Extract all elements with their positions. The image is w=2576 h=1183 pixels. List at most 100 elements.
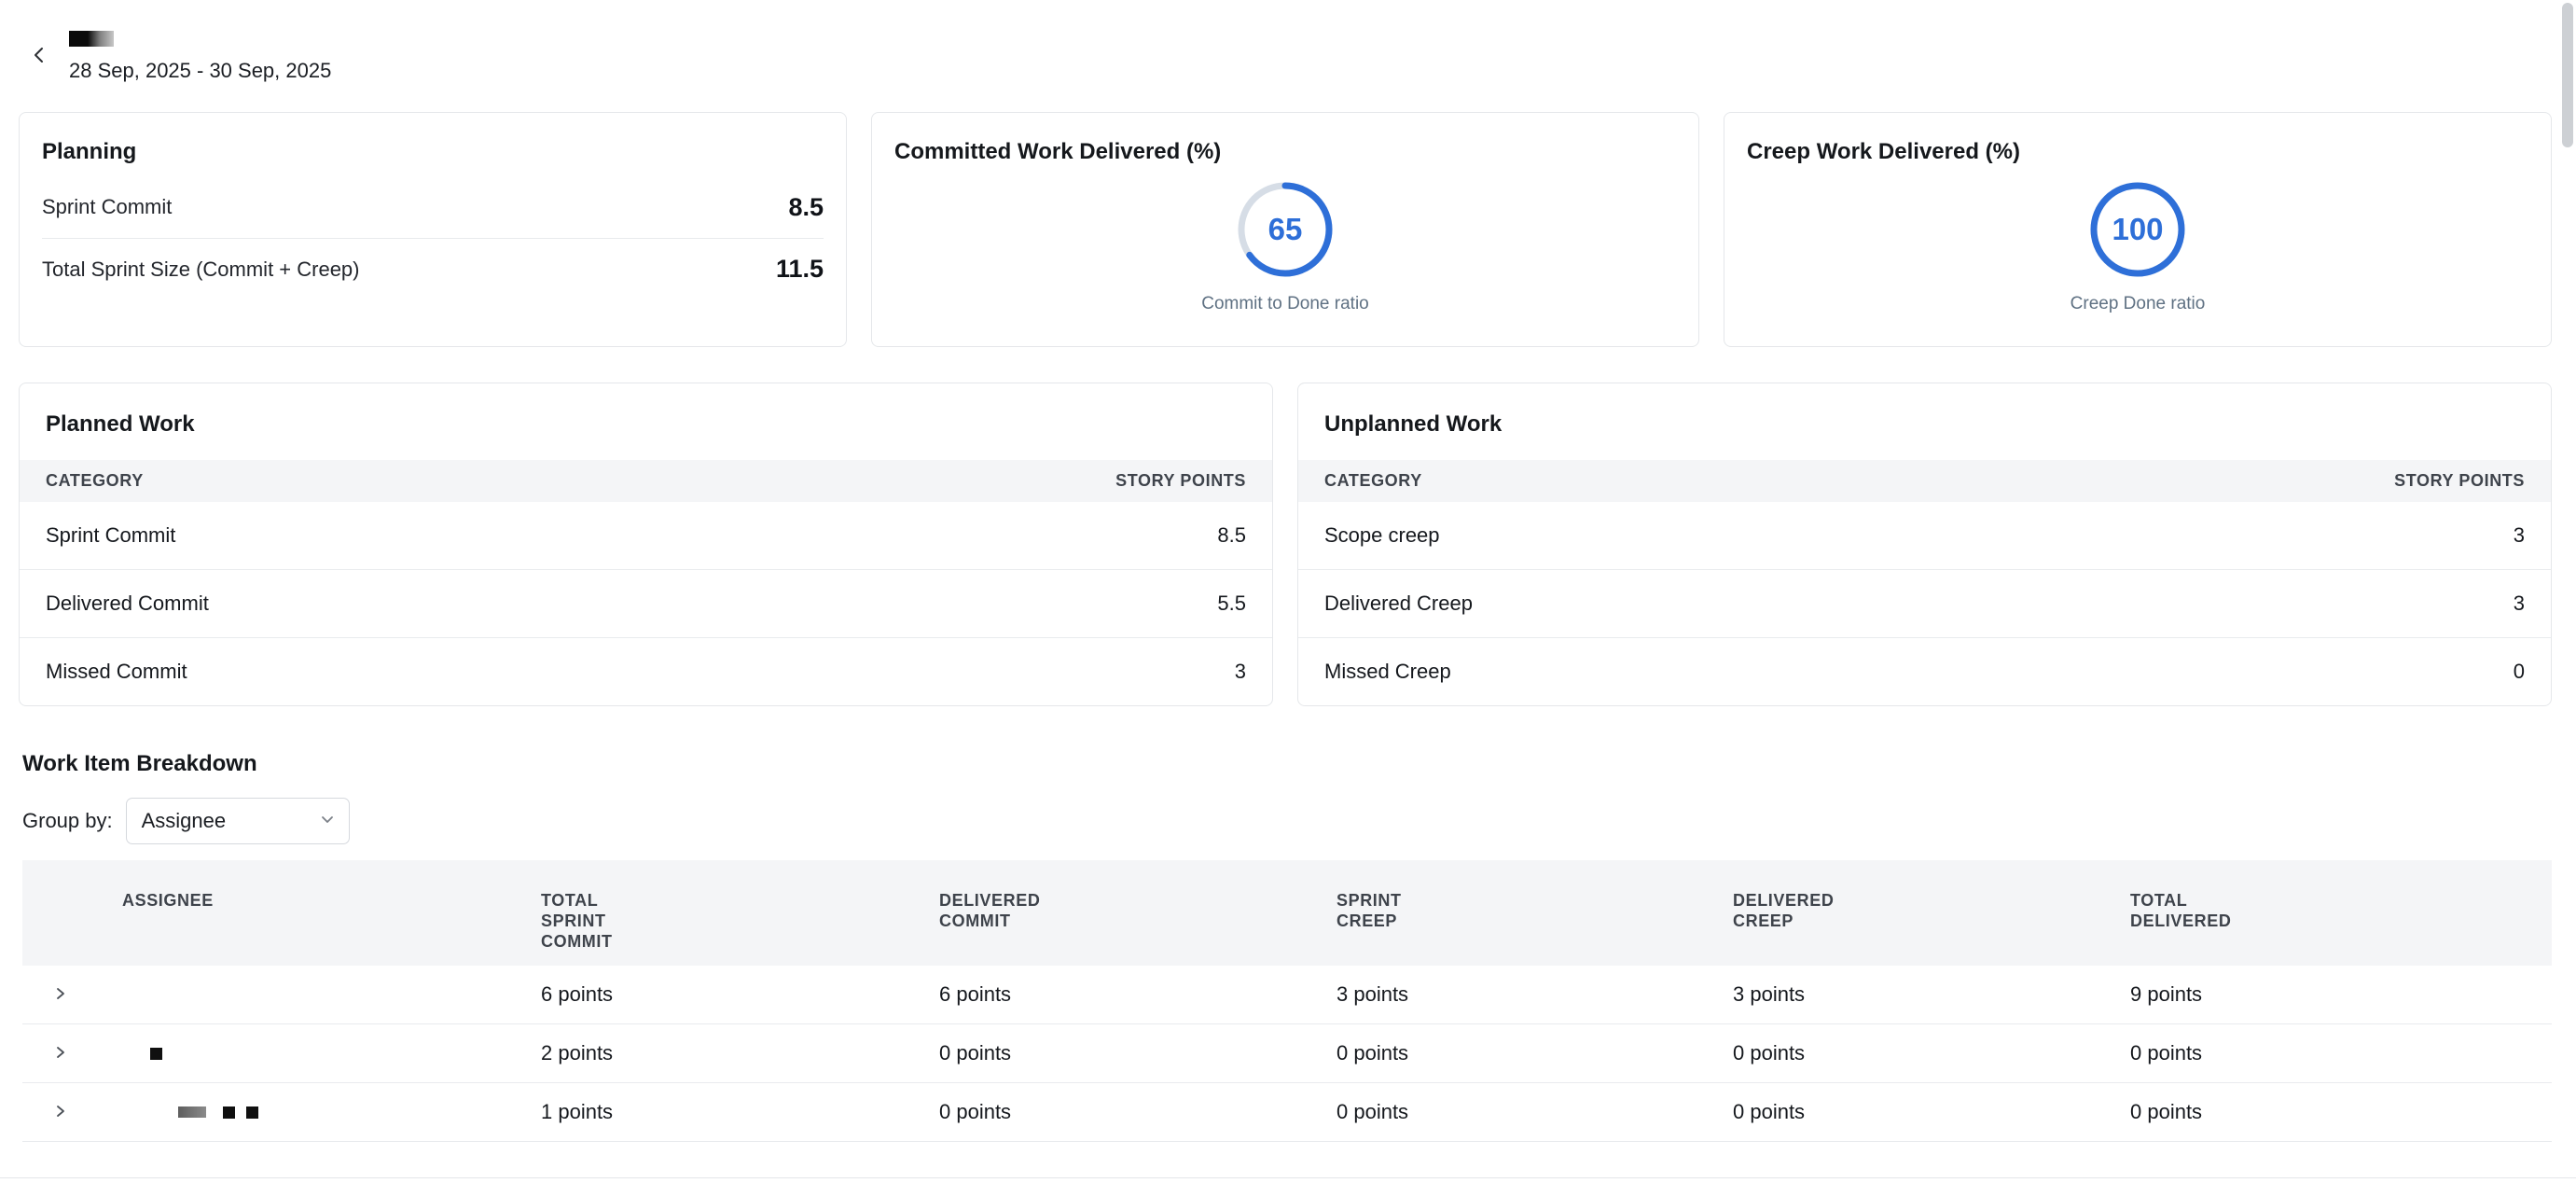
column-header-category: CATEGORY (46, 471, 144, 491)
column-header-category: CATEGORY (1324, 471, 1422, 491)
chevron-right-icon (53, 1104, 68, 1121)
points-cell: 8.5 (1217, 523, 1246, 548)
work-item-breakdown-section: Work Item Breakdown Group by: Assignee A… (0, 751, 2576, 1142)
row-expand-button[interactable] (22, 1083, 99, 1141)
planning-row-label: Total Sprint Size (Commit + Creep) (42, 257, 360, 282)
planning-row: Sprint Commit 8.5 (42, 176, 824, 238)
assignee-cell (99, 1106, 541, 1119)
category-cell: Missed Commit (46, 660, 187, 684)
total-delivered-cell: 0 points (2130, 1100, 2552, 1124)
chevron-left-icon (29, 45, 49, 68)
creep-progress-value: 100 (2088, 180, 2187, 279)
group-by-select[interactable]: Assignee (126, 798, 350, 844)
committed-work-card-title: Committed Work Delivered (%) (894, 139, 1221, 165)
sprint-creep-cell: 3 points (1336, 982, 1733, 1007)
creep-work-card-title: Creep Work Delivered (%) (1747, 139, 2020, 165)
points-cell: 3 (2514, 523, 2525, 548)
page-header: 28 Sep, 2025 - 30 Sep, 2025 (0, 0, 2576, 112)
total-delivered-cell: 0 points (2130, 1041, 2552, 1065)
breakdown-table: ASSIGNEE TOTAL SPRINT COMMIT DELIVERED C… (22, 860, 2552, 1142)
total-sprint-commit-cell: 2 points (541, 1041, 939, 1065)
column-header-story-points: STORY POINTS (2394, 471, 2525, 491)
category-cell: Delivered Commit (46, 592, 209, 616)
category-cell: Delivered Creep (1324, 592, 1473, 616)
planning-rows: Sprint Commit 8.5 Total Sprint Size (Com… (42, 176, 824, 299)
back-button[interactable] (21, 37, 58, 75)
points-cell: 3 (1235, 660, 1246, 684)
delivered-commit-cell: 6 points (939, 982, 1336, 1007)
column-header-total-sprint-commit: TOTAL SPRINT COMMIT (541, 891, 939, 953)
date-range: 28 Sep, 2025 - 30 Sep, 2025 (69, 59, 331, 83)
row-expand-button[interactable] (22, 1024, 99, 1082)
committed-work-card: Committed Work Delivered (%) 65 Commit t… (871, 112, 1699, 347)
unplanned-work-header: CATEGORY STORY POINTS (1298, 460, 2551, 502)
breakdown-title: Work Item Breakdown (22, 751, 2552, 777)
category-cell: Scope creep (1324, 523, 1440, 548)
table-row: Delivered Creep 3 (1298, 570, 2551, 638)
category-cell: Sprint Commit (46, 523, 175, 548)
delivered-creep-cell: 0 points (1733, 1041, 2130, 1065)
bottom-divider (0, 1177, 2576, 1178)
table-row: Delivered Commit 5.5 (20, 570, 1272, 638)
points-cell: 5.5 (1217, 592, 1246, 616)
column-header-sprint-creep: SPRINT CREEP (1336, 891, 1733, 932)
table-row: Sprint Commit 8.5 (20, 502, 1272, 570)
planning-row-value: 8.5 (788, 193, 824, 222)
planning-row: Total Sprint Size (Commit + Creep) 11.5 (42, 238, 824, 299)
creep-progress-caption: Creep Done ratio (2070, 294, 2206, 314)
breakdown-row: 1 points 0 points 0 points 0 points 0 po… (22, 1083, 2552, 1142)
sprint-creep-cell: 0 points (1336, 1100, 1733, 1124)
sprint-creep-cell: 0 points (1336, 1041, 1733, 1065)
total-sprint-commit-cell: 6 points (541, 982, 939, 1007)
committed-progress-caption: Commit to Done ratio (1201, 294, 1369, 314)
column-header-assignee: ASSIGNEE (99, 891, 541, 912)
group-by-row: Group by: Assignee (22, 798, 2552, 844)
planning-card: Planning Sprint Commit 8.5 Total Sprint … (19, 112, 847, 347)
planning-card-title: Planning (42, 139, 824, 165)
delivered-creep-cell: 3 points (1733, 982, 2130, 1007)
creep-work-card: Creep Work Delivered (%) 100 Creep Done … (1724, 112, 2552, 347)
planning-row-value: 11.5 (776, 255, 824, 284)
planning-row-label: Sprint Commit (42, 195, 172, 219)
group-by-selected-value: Assignee (142, 809, 227, 833)
work-tables-row: Planned Work CATEGORY STORY POINTS Sprin… (0, 383, 2576, 706)
redacted-assignee-name (150, 1048, 162, 1060)
committed-progress-ring: 65 (1236, 180, 1335, 279)
assignee-cell (99, 1048, 541, 1060)
chevron-right-icon (53, 1045, 68, 1063)
redacted-report-title (69, 31, 114, 47)
breakdown-table-header: ASSIGNEE TOTAL SPRINT COMMIT DELIVERED C… (22, 860, 2552, 966)
points-cell: 3 (2514, 592, 2525, 616)
redacted-assignee-name (223, 1106, 235, 1119)
planned-work-header: CATEGORY STORY POINTS (20, 460, 1272, 502)
column-header-story-points: STORY POINTS (1115, 471, 1246, 491)
row-expand-button[interactable] (22, 966, 99, 1023)
delivered-creep-cell: 0 points (1733, 1100, 2130, 1124)
sprint-report-page: 28 Sep, 2025 - 30 Sep, 2025 Planning Spr… (0, 0, 2576, 1183)
table-row: Missed Creep 0 (1298, 638, 2551, 705)
column-header-delivered-commit: DELIVERED COMMIT (939, 891, 1336, 932)
delivered-commit-cell: 0 points (939, 1041, 1336, 1065)
chevron-right-icon (53, 986, 68, 1004)
column-header-total-delivered: TOTAL DELIVERED (2130, 891, 2552, 932)
category-cell: Missed Creep (1324, 660, 1451, 684)
breakdown-row: 6 points 6 points 3 points 3 points 9 po… (22, 966, 2552, 1024)
total-sprint-commit-cell: 1 points (541, 1100, 939, 1124)
vertical-scrollbar-thumb[interactable] (2562, 3, 2573, 147)
table-row: Scope creep 3 (1298, 502, 2551, 570)
summary-cards-row: Planning Sprint Commit 8.5 Total Sprint … (0, 112, 2576, 347)
unplanned-work-title: Unplanned Work (1298, 383, 2551, 460)
group-by-label: Group by: (22, 809, 113, 833)
table-row: Missed Commit 3 (20, 638, 1272, 705)
committed-progress-value: 65 (1236, 180, 1335, 279)
planned-work-title: Planned Work (20, 383, 1272, 460)
redacted-assignee-name (178, 1106, 206, 1118)
unplanned-work-card: Unplanned Work CATEGORY STORY POINTS Sco… (1297, 383, 2552, 706)
total-delivered-cell: 9 points (2130, 982, 2552, 1007)
creep-progress-ring: 100 (2088, 180, 2187, 279)
column-header-delivered-creep: DELIVERED CREEP (1733, 891, 2130, 932)
delivered-commit-cell: 0 points (939, 1100, 1336, 1124)
chevron-down-icon (319, 809, 336, 833)
redacted-assignee-name (246, 1106, 258, 1119)
points-cell: 0 (2514, 660, 2525, 684)
